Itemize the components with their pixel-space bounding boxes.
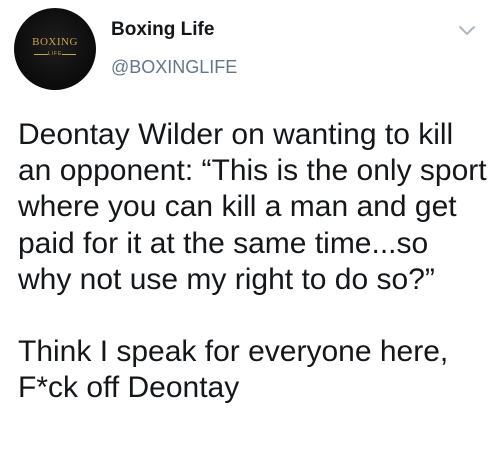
author-display-name[interactable]: Boxing Life — [111, 18, 214, 42]
chevron-down-icon — [459, 26, 475, 35]
avatar-logo-rule-right — [62, 54, 76, 55]
tweet-menu-button[interactable] — [457, 24, 477, 38]
avatar-logo-subtext: LIFE — [47, 51, 63, 57]
tweet-paragraph: Deontay Wilder on wanting to kill an opp… — [18, 118, 487, 296]
author-handle[interactable]: @BOXINGLIFE — [111, 56, 237, 78]
avatar[interactable]: BOXING LIFE — [14, 8, 96, 90]
avatar-logo-text: BOXING — [32, 36, 78, 48]
tweet-text: Deontay Wilder on wanting to kill an opp… — [18, 117, 488, 407]
tweet-paragraph: Think I speak for everyone here, F*ck of… — [18, 335, 449, 405]
